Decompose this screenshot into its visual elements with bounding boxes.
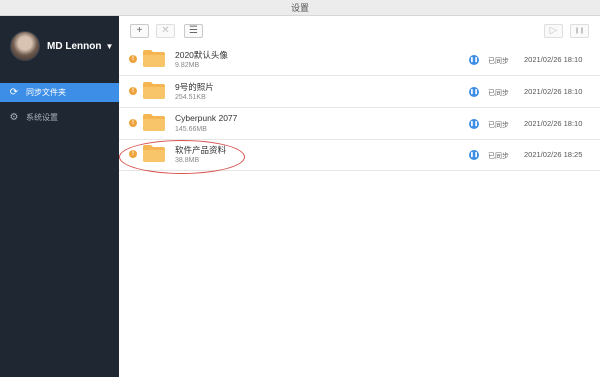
pause-all-button[interactable]: ❚❚ bbox=[570, 24, 589, 38]
sync-time: 2021/02/26 18:10 bbox=[524, 119, 583, 128]
folder-icon bbox=[143, 50, 165, 67]
annotation-circle bbox=[119, 140, 245, 174]
avatar bbox=[10, 31, 40, 61]
pause-sync-icon[interactable]: ❚❚ bbox=[469, 150, 479, 160]
sidebar: MD Lennon ▼ ⟳ 同步文件夹 ⚙ 系统设置 bbox=[0, 16, 119, 377]
folder-size: 145.66MB bbox=[175, 126, 207, 133]
sidebar-item-label: 同步文件夹 bbox=[26, 88, 66, 97]
folder-name: 9号的照片 bbox=[175, 82, 214, 92]
table-row[interactable]: ! 2020默认头像 9.82MB ❚❚ 已同步 2021/02/26 18:1… bbox=[119, 45, 600, 76]
sync-time: 2021/02/26 18:25 bbox=[524, 150, 583, 159]
pause-sync-icon[interactable]: ❚❚ bbox=[469, 55, 479, 65]
sync-status: 已同步 bbox=[488, 153, 509, 160]
warning-icon: ! bbox=[129, 55, 137, 63]
folder-size: 254.51KB bbox=[175, 94, 206, 101]
sync-icon: ⟳ bbox=[9, 87, 19, 98]
folder-icon bbox=[143, 82, 165, 99]
remove-folder-button[interactable]: ✕ bbox=[156, 24, 175, 38]
warning-icon: ! bbox=[129, 119, 137, 127]
chevron-down-icon[interactable]: ▼ bbox=[105, 42, 113, 51]
sidebar-item-system-settings[interactable]: ⚙ 系统设置 bbox=[0, 108, 119, 127]
sidebar-item-label: 系统设置 bbox=[26, 113, 58, 122]
pause-sync-icon[interactable]: ❚❚ bbox=[469, 119, 479, 129]
main-panel: + ✕ ☰ ▷ ❚❚ ! 2020默认头像 9.82MB ❚❚ 已同步 2021… bbox=[119, 16, 600, 377]
sync-status: 已同步 bbox=[488, 58, 509, 65]
window-title-bar: 设置 bbox=[0, 0, 600, 16]
add-folder-button[interactable]: + bbox=[130, 24, 149, 38]
sync-status: 已同步 bbox=[488, 90, 509, 97]
user-profile[interactable]: MD Lennon ▼ bbox=[10, 30, 119, 62]
pause-sync-icon[interactable]: ❚❚ bbox=[469, 87, 479, 97]
gear-icon: ⚙ bbox=[9, 112, 19, 123]
sync-time: 2021/02/26 18:10 bbox=[524, 87, 583, 96]
folder-size: 9.82MB bbox=[175, 62, 200, 69]
warning-icon: ! bbox=[129, 87, 137, 95]
table-row[interactable]: ! Cyberpunk 2077 145.66MB ❚❚ 已同步 2021/02… bbox=[119, 109, 600, 140]
sidebar-item-sync-folders[interactable]: ⟳ 同步文件夹 bbox=[0, 83, 119, 102]
folder-name: 2020默认头像 bbox=[175, 50, 228, 60]
user-name: MD Lennon bbox=[47, 40, 102, 52]
folder-icon bbox=[143, 114, 165, 131]
table-row[interactable]: ! 9号的照片 254.51KB ❚❚ 已同步 2021/02/26 18:10 bbox=[119, 77, 600, 108]
sync-time: 2021/02/26 18:10 bbox=[524, 55, 583, 64]
list-view-button[interactable]: ☰ bbox=[184, 24, 203, 38]
folder-name: Cyberpunk 2077 bbox=[175, 113, 238, 123]
play-button[interactable]: ▷ bbox=[544, 24, 563, 38]
toolbar: + ✕ ☰ ▷ ❚❚ bbox=[119, 16, 600, 45]
sync-status: 已同步 bbox=[488, 122, 509, 129]
window-title: 设置 bbox=[290, 3, 309, 13]
